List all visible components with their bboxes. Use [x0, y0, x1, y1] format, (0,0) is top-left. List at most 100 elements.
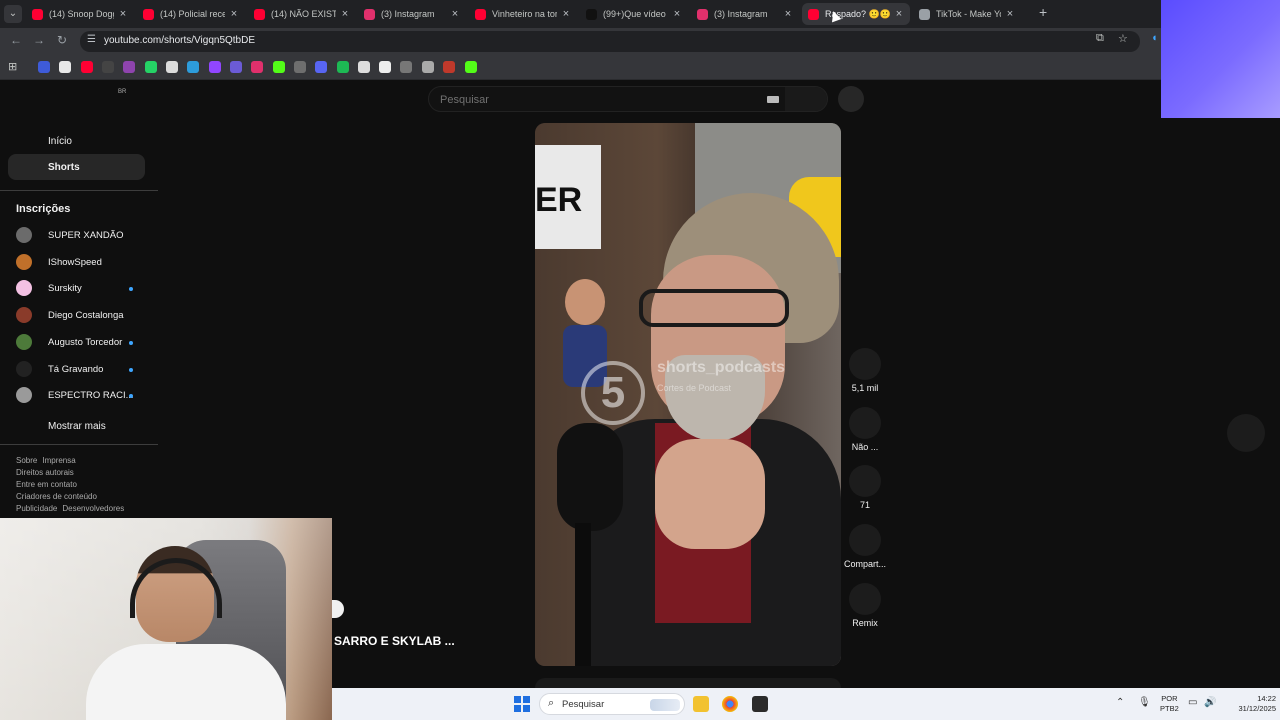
subscription-item[interactable]: Augusto Torcedor	[16, 333, 146, 353]
channel-name: Diego Costalonga	[48, 310, 124, 322]
footer-link[interactable]: Criadores de conteúdo	[16, 492, 97, 501]
site-info-icon[interactable]: ☰	[87, 34, 96, 45]
bookmark-icon[interactable]	[123, 61, 135, 73]
forward-icon[interactable]: →	[33, 33, 45, 47]
url-text[interactable]: youtube.com/shorts/Vigqn5QtbDE	[104, 35, 255, 46]
subscription-item[interactable]: ESPECTRO RACI...	[16, 386, 146, 406]
dislike-icon[interactable]	[849, 406, 881, 439]
comment-button[interactable]: 71	[842, 465, 888, 521]
bookmark-icon[interactable]	[337, 61, 349, 73]
footer-link[interactable]: Sobre	[16, 456, 37, 465]
subscription-item[interactable]: Tá Gravando	[16, 360, 146, 380]
browser-tab[interactable]: (14) Snoop Dogg, ×	[26, 3, 134, 25]
search-button[interactable]	[785, 87, 827, 111]
star-icon[interactable]: ☆	[1118, 32, 1128, 45]
bookmark-icon[interactable]	[102, 61, 114, 73]
footer-link[interactable]: Imprensa	[42, 456, 75, 465]
like-button[interactable]: 5,1 mil	[842, 348, 888, 404]
subscription-item[interactable]: IShowSpeed	[16, 253, 146, 273]
browser-tab[interactable]: (14) Policial receb ×	[137, 3, 245, 25]
browser-tab[interactable]: Vinheteiro na tor ×	[469, 3, 577, 25]
short-video-player[interactable]: ER 5 shorts_podcasts Cortes de Podcast	[535, 123, 841, 666]
windows-start-icon[interactable]	[514, 696, 530, 712]
bookmark-icon[interactable]	[379, 61, 391, 73]
share-icon[interactable]	[849, 524, 881, 557]
apps-grid-icon[interactable]: ⊞	[8, 60, 17, 73]
close-tab-icon[interactable]: ×	[450, 8, 460, 20]
close-tab-icon[interactable]: ×	[340, 8, 350, 20]
browser-tab[interactable]: (3) Instagram ×	[358, 3, 466, 25]
speaker-icon[interactable]: 🔊	[1204, 697, 1216, 708]
bookmark-icon[interactable]	[187, 61, 199, 73]
close-tab-icon[interactable]: ×	[672, 8, 682, 20]
show-more-button[interactable]: Mostrar mais	[8, 413, 145, 439]
tab-search-button[interactable]: ⌄	[4, 5, 22, 23]
voice-search-button[interactable]	[838, 86, 864, 112]
close-tab-icon[interactable]: ×	[561, 8, 571, 20]
kick-icon[interactable]	[465, 61, 477, 73]
youtube-icon[interactable]	[81, 61, 93, 73]
subscription-item[interactable]: Diego Costalonga	[16, 306, 146, 326]
bookmark-icon[interactable]	[166, 61, 178, 73]
close-tab-icon[interactable]: ×	[229, 8, 239, 20]
short-title[interactable]: SARRO E SKYLAB ...	[334, 634, 455, 648]
subscription-item[interactable]: SUPER XANDÃO	[16, 226, 146, 246]
next-video-button[interactable]	[1227, 414, 1265, 452]
bookmark-icon[interactable]	[230, 61, 242, 73]
x-icon[interactable]	[59, 61, 71, 73]
discord-icon[interactable]	[315, 61, 327, 73]
browser-tab[interactable]: Raspado? 🙂🙂 ×	[802, 3, 910, 25]
close-tab-icon[interactable]: ×	[783, 8, 793, 20]
kick-icon[interactable]	[273, 61, 285, 73]
comment-icon[interactable]	[849, 465, 881, 498]
browser-tab[interactable]: (14) NÃO EXISTIR ×	[248, 3, 356, 25]
browser-tab[interactable]: (3) Instagram ×	[691, 3, 799, 25]
dislike-button[interactable]: Não ...	[842, 406, 888, 463]
bookmark-icon[interactable]	[422, 61, 434, 73]
file-explorer-icon[interactable]	[693, 696, 709, 712]
remix-icon[interactable]	[849, 582, 881, 615]
sidebar-item-shorts[interactable]: Shorts	[8, 154, 145, 180]
app-icon[interactable]	[752, 696, 768, 712]
browser-tab[interactable]: TikTok - Make You ×	[913, 3, 1021, 25]
new-tab-button[interactable]: +	[1039, 4, 1047, 20]
footer-link[interactable]: Entre em contato	[16, 480, 77, 489]
channel-avatar[interactable]	[332, 600, 344, 618]
language-indicator[interactable]: POR PTB2	[1160, 694, 1179, 714]
address-bar[interactable]: ☰ youtube.com/shorts/Vigqn5QtbDE	[80, 31, 1140, 52]
extension-icon[interactable]: ◖	[1151, 32, 1158, 44]
remix-button[interactable]: Remix	[842, 582, 888, 639]
bookmark-icon[interactable]	[400, 61, 412, 73]
search-input[interactable]: Pesquisar	[440, 94, 489, 106]
display-icon[interactable]: ▭	[1188, 697, 1197, 708]
like-icon[interactable]	[849, 348, 881, 380]
back-icon[interactable]: ←	[10, 33, 22, 47]
install-icon[interactable]: ⧉	[1096, 32, 1104, 45]
sidebar-item-home[interactable]: Início	[8, 128, 145, 154]
bookmark-icon[interactable]	[38, 61, 50, 73]
clock[interactable]: 14:22 31/12/2025	[1236, 694, 1276, 714]
reload-icon[interactable]: ↻	[57, 33, 67, 47]
keyboard-icon[interactable]	[767, 96, 779, 103]
twitch-icon[interactable]	[209, 61, 221, 73]
subscription-item[interactable]: Surskity	[16, 279, 146, 299]
search-box[interactable]: Pesquisar	[428, 86, 828, 112]
bookmark-icon[interactable]	[358, 61, 370, 73]
footer-link[interactable]: Desenvolvedores	[62, 504, 124, 513]
instagram-icon[interactable]	[251, 61, 263, 73]
mic-icon[interactable]: 🎙	[1138, 697, 1151, 708]
taskbar-search[interactable]: ⌕ Pesquisar	[539, 693, 685, 715]
whatsapp-icon[interactable]	[145, 61, 157, 73]
browser-tab[interactable]: (99+)Que vídeo F ×	[580, 3, 688, 25]
bookmark-icon[interactable]	[443, 61, 455, 73]
close-tab-icon[interactable]: ×	[118, 8, 128, 20]
chevron-up-icon[interactable]: ⌃	[1116, 697, 1124, 708]
footer-link[interactable]: Publicidade	[16, 504, 57, 513]
share-button[interactable]: Compart...	[842, 524, 888, 580]
footer-link[interactable]: Direitos autorais	[16, 468, 74, 477]
chrome-icon[interactable]	[722, 696, 738, 712]
tab-favicon-icon	[254, 8, 265, 20]
bookmark-icon[interactable]	[294, 61, 306, 73]
close-tab-icon[interactable]: ×	[894, 8, 904, 20]
close-tab-icon[interactable]: ×	[1005, 8, 1015, 20]
